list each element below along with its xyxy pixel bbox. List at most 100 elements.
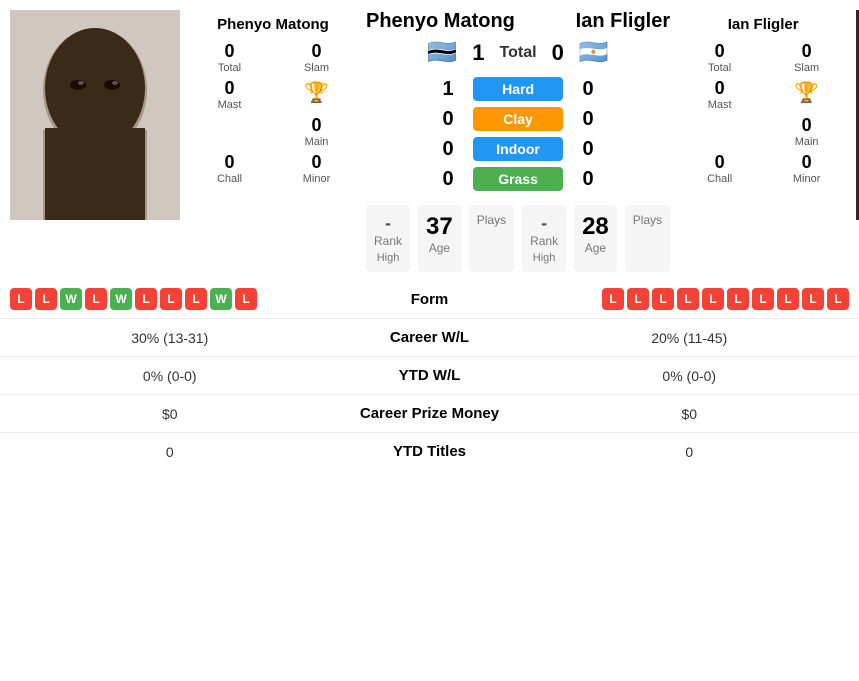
left-form-10: L [235,288,257,310]
right-form-1: L [602,288,624,310]
right-trophy-icon: 🏆 [765,78,848,111]
clay-right-score: 0 [573,108,603,131]
career-wl-row: 30% (13-31) Career W/L 20% (11-45) [0,318,859,356]
right-plays-label: Plays [633,213,662,227]
right-rank-label: Rank [530,234,558,248]
left-mast-stat: 0 Mast [188,78,271,111]
right-ytd-titles: 0 [530,444,850,460]
right-stats-grid: 0 Total 0 Slam 0 Mast 🏆 0 Main [678,41,848,185]
right-form-3: L [652,288,674,310]
right-chall-stat: 0 Chall [678,152,761,185]
right-form-2: L [627,288,649,310]
left-form-4: L [85,288,107,310]
career-prize-label: Career Prize Money [330,405,530,422]
right-flag: 🇦🇷 [579,38,609,67]
left-age-value: 37 [426,213,453,241]
clay-left-score: 0 [433,108,463,131]
right-form-9: L [802,288,824,310]
left-name-top: Phenyo Matong [366,10,515,33]
right-ytd-wl: 0% (0-0) [530,368,850,384]
left-form-6: L [135,288,157,310]
right-slam-stat: 0 Slam [765,41,848,74]
left-plays-label: Plays [477,213,506,227]
right-player-info: Ian Fligler 0 Total 0 Slam 0 Mast 🏆 [678,10,848,272]
right-name-top: Ian Fligler [576,10,670,33]
indoor-score-row: 0 Indoor 0 [366,137,670,161]
bottom-stats: L L W L W L L L W L Form L L L L L L L L [0,280,859,470]
right-rank-value: - [541,213,547,234]
rank-cards-row: - Rank High 37 Age Plays - Rank High [366,205,670,272]
left-career-prize: $0 [10,406,330,422]
left-age-label: Age [429,241,450,255]
indoor-surface-button[interactable]: Indoor [473,137,563,161]
left-player-photo [10,10,180,220]
grass-surface-button[interactable]: Grass [473,167,563,191]
left-form-badges: L L W L W L L L W L [10,288,330,310]
hard-left-score: 1 [433,78,463,101]
center-section: Phenyo Matong Ian Fligler 🇧🇼 1 Total 0 🇦… [366,10,670,272]
left-form-3: W [60,288,82,310]
clay-score-row: 0 Clay 0 [366,107,670,131]
career-prize-row: $0 Career Prize Money $0 [0,394,859,432]
ytd-wl-label: YTD W/L [330,367,530,384]
left-form-5: W [110,288,132,310]
total-left-score: 1 [472,40,484,66]
right-player-name: Ian Fligler [678,10,848,37]
right-rank-high: High [533,252,556,264]
right-form-8: L [777,288,799,310]
left-flag: 🇧🇼 [427,38,457,67]
form-row: L L W L W L L L W L Form L L L L L L L L [0,280,859,318]
right-total-stat: 0 Total [678,41,761,74]
ytd-wl-row: 0% (0-0) YTD W/L 0% (0-0) [0,356,859,394]
left-main-stat: 0 Main [275,115,358,148]
right-age-card: 28 Age [574,205,617,272]
left-form-1: L [10,288,32,310]
form-label: Form [330,291,530,308]
right-plays-card: Plays [625,205,670,272]
grass-right-score: 0 [573,168,603,191]
right-form-7: L [752,288,774,310]
names-flags-row: Phenyo Matong Ian Fligler [366,10,670,38]
left-player-name: Phenyo Matong [188,10,358,37]
left-total-stat: 0 Total [188,41,271,74]
ytd-titles-label: YTD Titles [330,443,530,460]
left-form-9: W [210,288,232,310]
clay-surface-button[interactable]: Clay [473,107,563,131]
left-career-wl: 30% (13-31) [10,330,330,346]
left-player-info: Phenyo Matong 0 Total 0 Slam 0 Mast 🏆 [188,10,358,272]
ytd-titles-row: 0 YTD Titles 0 [0,432,859,470]
player-comparison: Phenyo Matong 0 Total 0 Slam 0 Mast 🏆 [0,0,859,272]
left-slam-stat: 0 Slam [275,41,358,74]
grass-left-score: 0 [433,168,463,191]
hard-right-score: 0 [573,78,603,101]
indoor-left-score: 0 [433,138,463,161]
right-age-label: Age [585,241,606,255]
total-label: Total [500,44,537,62]
right-career-wl: 20% (11-45) [530,330,850,346]
left-rank-card: - Rank High [366,205,410,272]
main-container: Phenyo Matong 0 Total 0 Slam 0 Mast 🏆 [0,0,859,470]
left-age-card: 37 Age [418,205,461,272]
right-form-5: L [702,288,724,310]
left-rank-label: Rank [374,234,402,248]
indoor-right-score: 0 [573,138,603,161]
total-score-row: 🇧🇼 1 Total 0 🇦🇷 [366,38,670,67]
right-mast-stat: 0 Mast [678,78,761,111]
left-rank-high: High [377,252,400,264]
total-right-score: 0 [552,40,564,66]
left-minor-stat: 0 Minor [275,152,358,185]
career-wl-label: Career W/L [330,329,530,346]
right-form-4: L [677,288,699,310]
left-form-7: L [160,288,182,310]
hard-score-row: 1 Hard 0 [366,77,670,101]
hard-surface-button[interactable]: Hard [473,77,563,101]
right-main-stat: 0 Main [765,115,848,148]
left-plays-card: Plays [469,205,514,272]
right-age-value: 28 [582,213,609,241]
left-rank-value: - [385,213,391,234]
right-rank-card: - Rank High [522,205,566,272]
left-trophy-icon: 🏆 [275,78,358,111]
right-form-6: L [727,288,749,310]
left-form-8: L [185,288,207,310]
grass-score-row: 0 Grass 0 [366,167,670,191]
